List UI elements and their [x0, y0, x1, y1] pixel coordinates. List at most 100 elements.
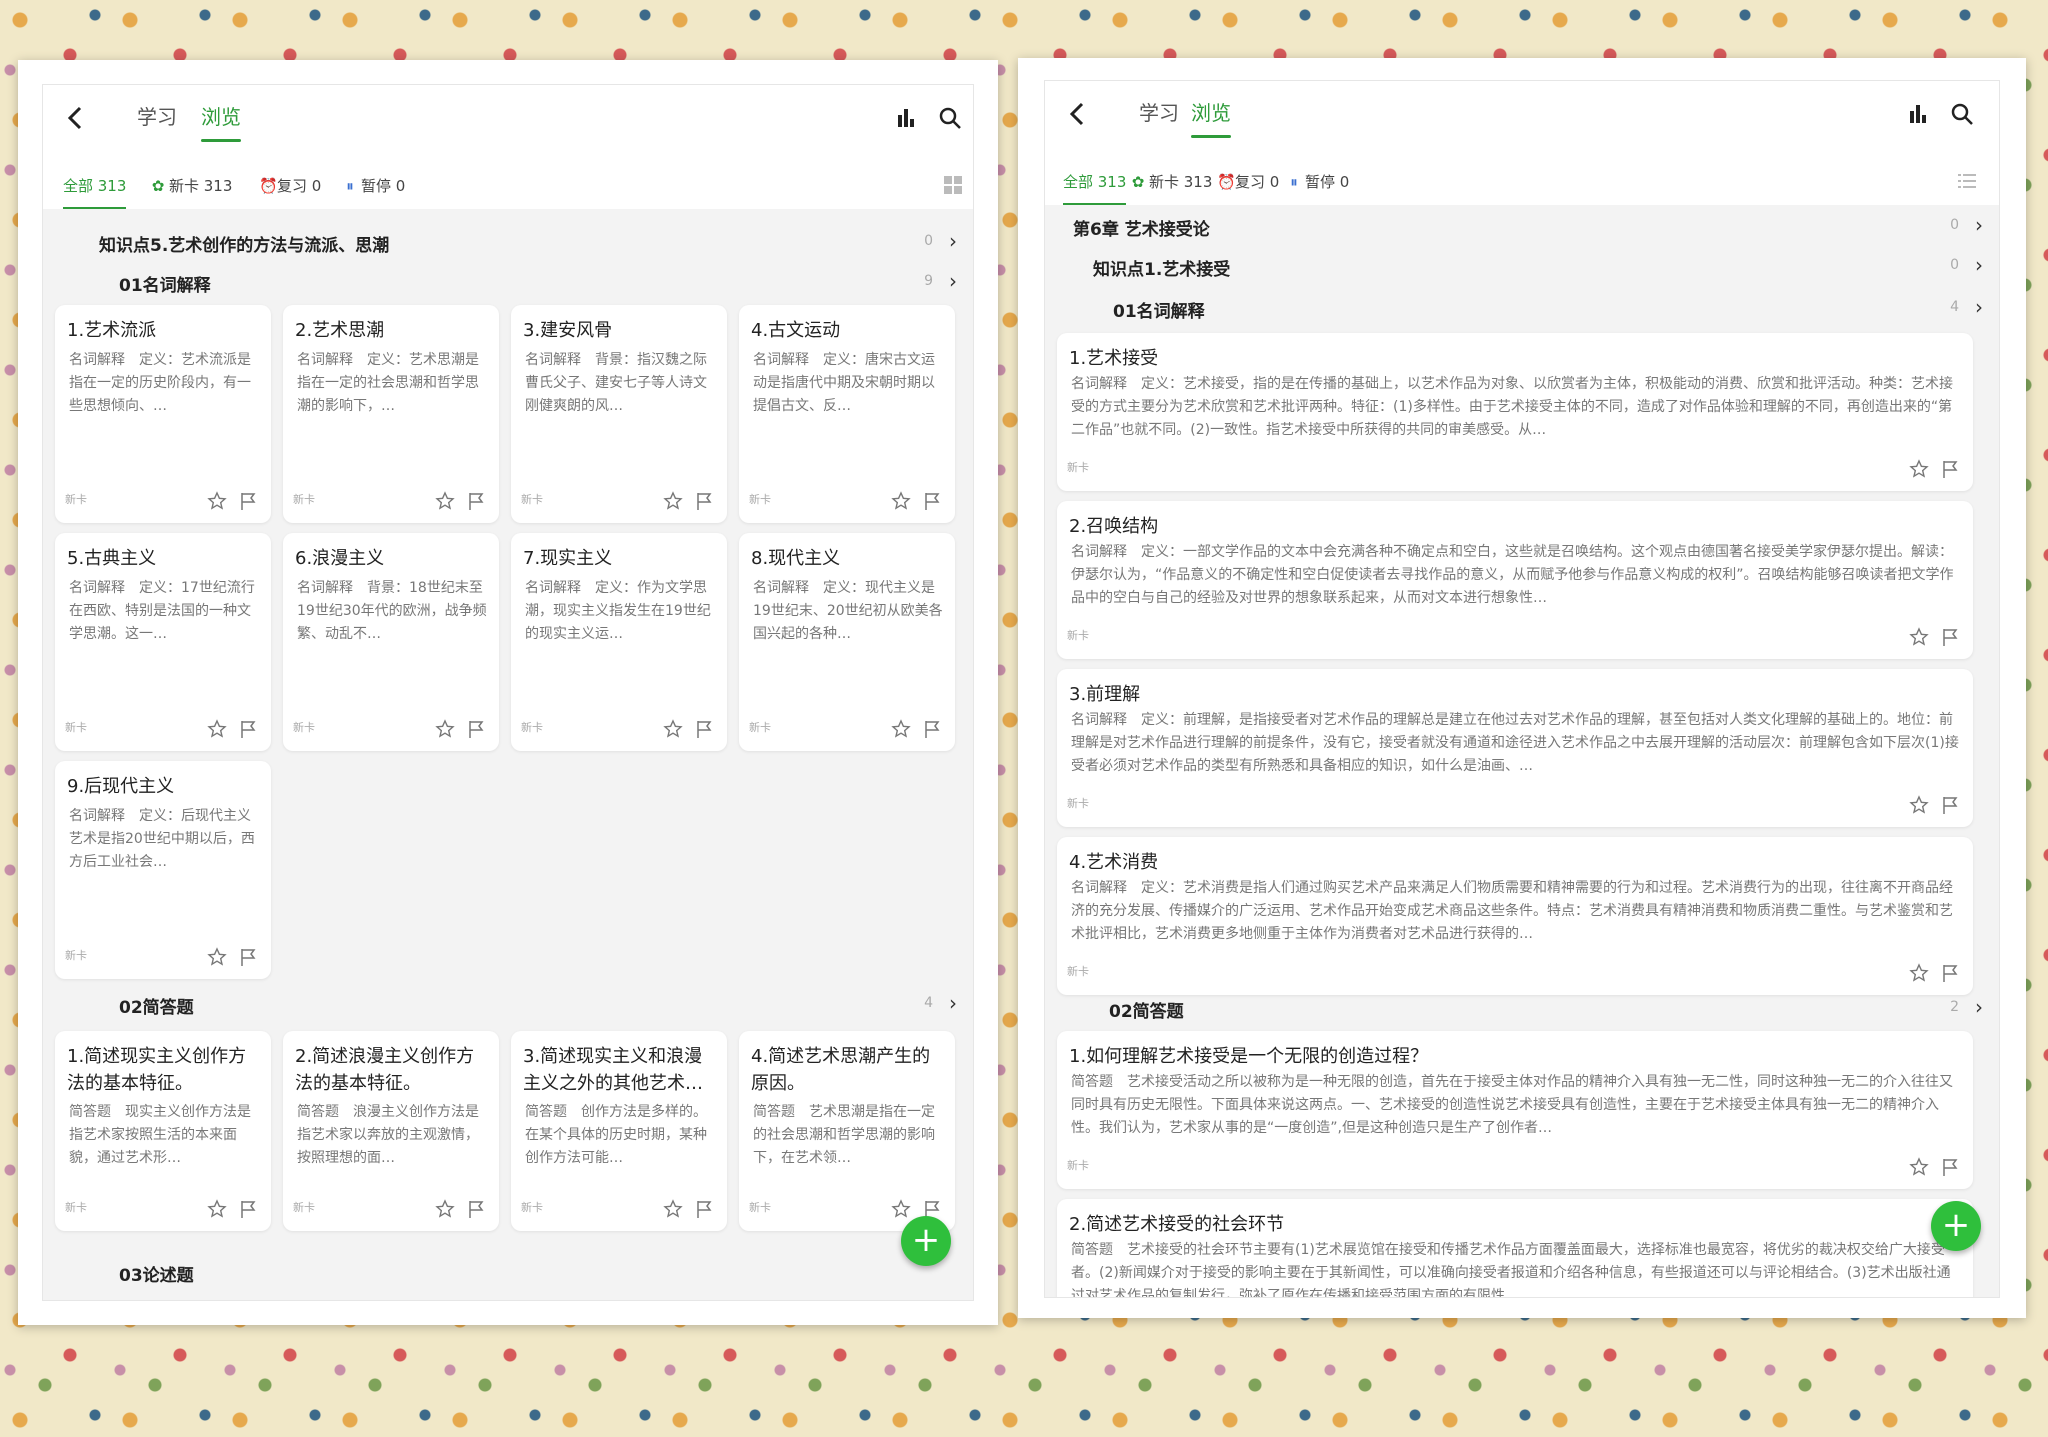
- add-card-button[interactable]: +: [901, 1216, 951, 1266]
- star-icon[interactable]: [663, 719, 683, 739]
- flag-icon[interactable]: [467, 1199, 485, 1219]
- card-status-tag: 新卡: [1067, 629, 1089, 642]
- card-title: 9.后现代主义: [67, 776, 175, 797]
- star-icon[interactable]: [891, 719, 911, 739]
- list-view-icon[interactable]: [1957, 171, 1977, 191]
- flashcard[interactable]: 1.艺术接受 名词解释 定义：艺术接受，指的是在传播的基础上，以艺术作品为对象、以…: [1057, 333, 1973, 491]
- add-card-button[interactable]: +: [1931, 1201, 1981, 1251]
- row-chapter[interactable]: 第6章 艺术接受论 0 ›: [1045, 205, 1999, 245]
- card-title: 2.简述艺术接受的社会环节: [1069, 1214, 1285, 1235]
- flashcard[interactable]: 6.浪漫主义 名词解释 背景：18世纪末至19世纪30年代的欧洲，战争频繁、动乱不…: [283, 533, 499, 751]
- star-icon[interactable]: [1909, 963, 1929, 983]
- tab-study[interactable]: 学习: [1139, 97, 1179, 126]
- tab-browse[interactable]: 浏览: [201, 101, 241, 142]
- row-section-01[interactable]: 01名词解释 9 ›: [43, 261, 973, 301]
- row-knowledge-point[interactable]: 知识点5.艺术创作的方法与流派、思潮 0 ›: [43, 221, 973, 261]
- filter-review[interactable]: ⏰复习 0: [1217, 171, 1279, 192]
- flag-icon[interactable]: [239, 491, 257, 511]
- flag-icon[interactable]: [467, 719, 485, 739]
- flag-icon[interactable]: [1941, 459, 1959, 479]
- card-preview: 名词解释 定义：艺术消费是指人们通过购买艺术产品来满足人们物质需要和精神需要的行…: [1071, 880, 1953, 942]
- flashcard[interactable]: 3.建安风骨 名词解释 背景：指汉魏之际曹氏父子、建安七子等人诗文刚健爽朗的风… 新…: [511, 305, 727, 523]
- flag-icon[interactable]: [923, 491, 941, 511]
- flashcard[interactable]: 2.简述浪漫主义创作方法的基本特征。 简答题 浪漫主义创作方法是指艺术家以奔放的主…: [283, 1031, 499, 1231]
- row-section-02[interactable]: 02简答题 2 ›: [1045, 987, 1999, 1027]
- row-title: 知识点1.艺术接受: [1093, 260, 1231, 280]
- tab-browse[interactable]: 浏览: [1191, 97, 1231, 138]
- flag-icon[interactable]: [1941, 1157, 1959, 1177]
- flag-icon[interactable]: [239, 1199, 257, 1219]
- row-title: 02简答题: [119, 998, 194, 1018]
- flashcard[interactable]: 1.艺术流派 名词解释 定义：艺术流派是指在一定的历史阶段内，有一些思想倾向、… 新…: [55, 305, 271, 523]
- row-section-03[interactable]: 03论述题: [43, 1251, 973, 1291]
- flag-icon[interactable]: [695, 1199, 713, 1219]
- flashcard[interactable]: 3.前理解 名词解释 定义：前理解，是指接受者对艺术作品的理解总是建立在他过去对艺…: [1057, 669, 1973, 827]
- row-section-01[interactable]: 01名词解释 4 ›: [1045, 287, 1999, 327]
- filter-new[interactable]: ✿ 新卡 313: [1131, 171, 1213, 192]
- search-icon[interactable]: [937, 105, 963, 131]
- row-knowledge-point[interactable]: 知识点1.艺术接受 0 ›: [1045, 245, 1999, 285]
- back-arrow-icon[interactable]: [61, 103, 91, 133]
- stats-icon[interactable]: [1905, 101, 1931, 127]
- card-title: 3.前理解: [1069, 684, 1141, 705]
- card-title: 3.简述现实主义和浪漫主义之外的其他艺术…: [523, 1046, 703, 1094]
- star-icon[interactable]: [891, 491, 911, 511]
- filter-all[interactable]: 全部 313: [63, 175, 127, 210]
- row-section-02[interactable]: 02简答题 4 ›: [43, 983, 973, 1023]
- filter-review[interactable]: ⏰复习 0: [259, 175, 321, 196]
- flashcard[interactable]: 2.召唤结构 名词解释 定义：一部文学作品的文本中会充满各种不确定点和空白，这些就…: [1057, 501, 1973, 659]
- stats-icon[interactable]: [893, 105, 919, 131]
- flashcard[interactable]: 1.如何理解艺术接受是一个无限的创造过程？ 简答题 艺术接受活动之所以被称为是一种…: [1057, 1031, 1973, 1189]
- flag-icon[interactable]: [695, 719, 713, 739]
- card-status-tag: 新卡: [65, 493, 87, 506]
- flag-icon[interactable]: [1941, 795, 1959, 815]
- flag-icon[interactable]: [239, 947, 257, 967]
- flashcard[interactable]: 3.简述现实主义和浪漫主义之外的其他艺术… 简答题 创作方法是多样的。在某个具体的…: [511, 1031, 727, 1231]
- flag-icon[interactable]: [695, 491, 713, 511]
- grid-view-icon[interactable]: [943, 175, 963, 195]
- card-title: 5.古典主义: [67, 548, 157, 569]
- flag-icon[interactable]: [467, 491, 485, 511]
- card-status-tag: 新卡: [65, 1201, 87, 1214]
- star-icon[interactable]: [207, 491, 227, 511]
- star-icon[interactable]: [435, 1199, 455, 1219]
- flashcard[interactable]: 9.后现代主义 名词解释 定义：后现代主义艺术是指20世纪中期以后，西方后工业社会…: [55, 761, 271, 979]
- star-icon[interactable]: [207, 719, 227, 739]
- filter-paused[interactable]: ⏸ 暂停 0: [1287, 171, 1349, 192]
- tab-study[interactable]: 学习: [137, 101, 177, 130]
- star-icon[interactable]: [1909, 459, 1929, 479]
- flashcard[interactable]: 2.艺术思潮 名词解释 定义：艺术思潮是指在一定的社会思潮和哲学思潮的影响下，… 新…: [283, 305, 499, 523]
- flashcard[interactable]: 2.简述艺术接受的社会环节 简答题 艺术接受的社会环节主要有(1)艺术展览馆在接受…: [1057, 1199, 1973, 1297]
- flag-icon[interactable]: [1941, 627, 1959, 647]
- card-status-tag: 新卡: [521, 721, 543, 734]
- filter-paused[interactable]: ⏸ 暂停 0: [343, 175, 405, 196]
- flashcard[interactable]: 8.现代主义 名词解释 定义：现代主义是19世纪末、20世纪初从欧美各国兴起的各种…: [739, 533, 955, 751]
- card-preview: 名词解释 定义：艺术流派是指在一定的历史阶段内，有一些思想倾向、…: [69, 352, 251, 414]
- search-icon[interactable]: [1949, 101, 1975, 127]
- row-count: 4: [1950, 299, 1959, 315]
- flashcard[interactable]: 1.简述现实主义创作方法的基本特征。 简答题 现实主义创作方法是指艺术家按照生活的…: [55, 1031, 271, 1231]
- star-icon[interactable]: [663, 491, 683, 511]
- flashcard[interactable]: 5.古典主义 名词解释 定义：17世纪流行在西欧、特别是法国的一种文学思潮。这一……: [55, 533, 271, 751]
- star-icon[interactable]: [1909, 627, 1929, 647]
- flag-icon[interactable]: [1941, 963, 1959, 983]
- star-icon[interactable]: [435, 491, 455, 511]
- flashcard[interactable]: 4.古文运动 名词解释 定义：唐宋古文运动是指唐代中期及宋朝时期以提倡古文、反… 新…: [739, 305, 955, 523]
- star-icon[interactable]: [207, 947, 227, 967]
- flag-icon[interactable]: [923, 719, 941, 739]
- flag-icon[interactable]: [239, 719, 257, 739]
- filter-new[interactable]: ✿ 新卡 313: [151, 175, 233, 196]
- flashcard[interactable]: 4.简述艺术思潮产生的原因。 简答题 艺术思潮是指在一定的社会思潮和哲学思潮的影响…: [739, 1031, 955, 1231]
- app-window-left: 学习 浏览 全部 313 ✿ 新卡 313 ⏰复习 0 ⏸ 暂停 0 知识点5.艺术…: [42, 84, 974, 1301]
- star-icon[interactable]: [1909, 795, 1929, 815]
- star-icon[interactable]: [891, 1199, 911, 1219]
- card-status-tag: 新卡: [521, 493, 543, 506]
- back-arrow-icon[interactable]: [1063, 99, 1093, 129]
- flashcard[interactable]: 7.现实主义 名词解释 定义：作为文学思潮，现实主义指发生在19世纪的现实主义运……: [511, 533, 727, 751]
- star-icon[interactable]: [207, 1199, 227, 1219]
- filter-all[interactable]: 全部 313: [1063, 171, 1127, 206]
- star-icon[interactable]: [435, 719, 455, 739]
- flashcard[interactable]: 4.艺术消费 名词解释 定义：艺术消费是指人们通过购买艺术产品来满足人们物质需要和…: [1057, 837, 1973, 995]
- star-icon[interactable]: [663, 1199, 683, 1219]
- star-icon[interactable]: [1909, 1157, 1929, 1177]
